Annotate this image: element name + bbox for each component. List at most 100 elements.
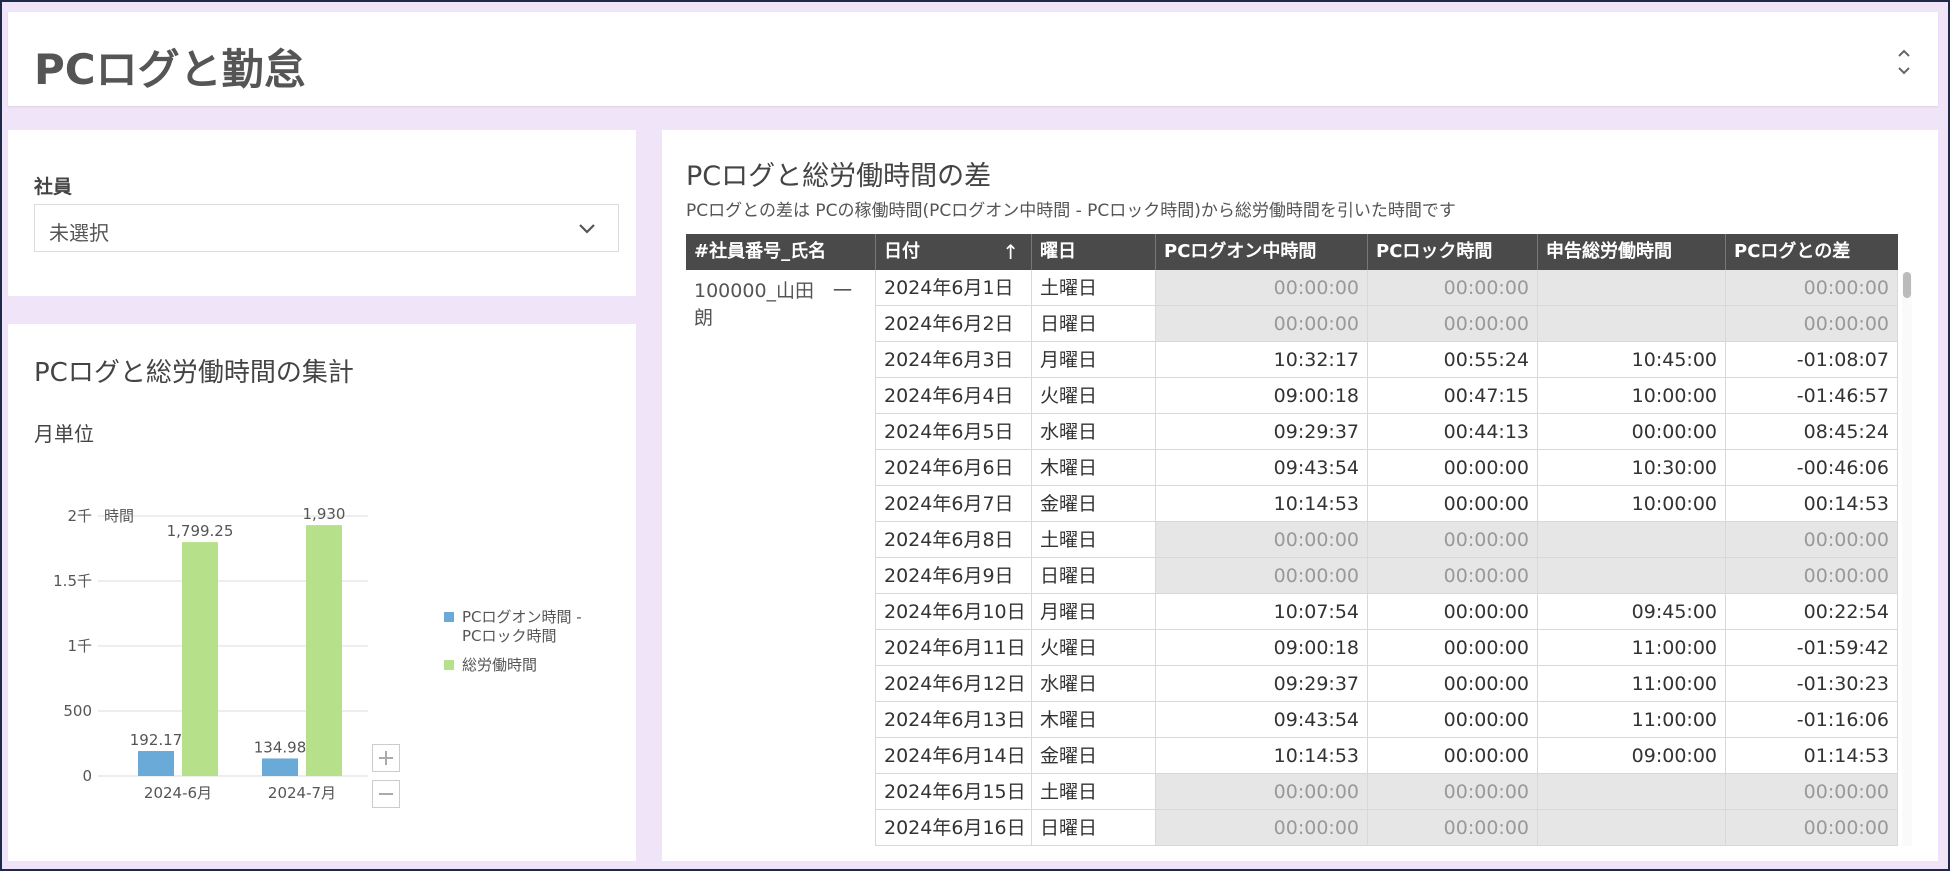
cell-declared: 11:00:00 (1538, 630, 1726, 666)
scrollbar-thumb[interactable] (1903, 272, 1911, 298)
cell-diff: 00:00:00 (1726, 558, 1898, 594)
cell-declared (1538, 522, 1726, 558)
cell-diff: 00:00:00 (1726, 810, 1898, 846)
cell-date: 2024年6月12日 (876, 666, 1032, 702)
zoom-out-button[interactable] (372, 780, 400, 808)
cell-logon: 00:00:00 (1156, 558, 1368, 594)
bar (262, 758, 298, 776)
table-row[interactable]: 2024年6月3日 月曜日 10:32:17 00:55:24 10:45:00 -01:… (686, 342, 1898, 378)
legend-label: PCログオン時間 -PCロック時間 (462, 608, 582, 645)
sort-toggle-icon[interactable] (1892, 42, 1916, 82)
cell-day: 火曜日 (1032, 630, 1156, 666)
bar-value-label: 192.17 (130, 731, 183, 749)
cell-declared (1538, 774, 1726, 810)
cell-logon: 00:00:00 (1156, 522, 1368, 558)
cell-logon: 09:43:54 (1156, 450, 1368, 486)
col-declared-time[interactable]: 申告総労働時間 (1538, 234, 1726, 270)
cell-logon: 00:00:00 (1156, 270, 1368, 306)
cell-lock: 00:00:00 (1368, 630, 1538, 666)
table-row[interactable]: 2024年6月12日 水曜日 09:29:37 00:00:00 11:00:00 -01… (686, 666, 1898, 702)
col-date[interactable]: 日付 ↑ (876, 234, 1032, 270)
cell-day: 火曜日 (1032, 378, 1156, 414)
cell-logon: 00:00:00 (1156, 810, 1368, 846)
cell-date: 2024年6月7日 (876, 486, 1032, 522)
legend-swatch (444, 612, 454, 622)
table-scrollbar[interactable] (1902, 272, 1912, 846)
bar (138, 751, 174, 776)
y-tick-label: 1千 (67, 637, 92, 655)
employee-filter-panel: 社員 未選択 (8, 130, 636, 296)
plus-icon (379, 751, 393, 765)
cell-day: 日曜日 (1032, 558, 1156, 594)
cell-diff: -01:59:42 (1726, 630, 1898, 666)
cell-declared: 11:00:00 (1538, 666, 1726, 702)
table-row[interactable]: 2024年6月1日 土曜日 00:00:00 00:00:00 00:00:00 (686, 270, 1898, 306)
cell-lock: 00:00:00 (1368, 558, 1538, 594)
cell-day: 水曜日 (1032, 666, 1156, 702)
sort-asc-icon: ↑ (1002, 240, 1019, 264)
cell-lock: 00:00:00 (1368, 522, 1538, 558)
legend-swatch (444, 660, 454, 670)
cell-day: 金曜日 (1032, 738, 1156, 774)
cell-logon: 09:43:54 (1156, 702, 1368, 738)
table-row[interactable]: 2024年6月13日 木曜日 09:43:54 00:00:00 11:00:00 -01… (686, 702, 1898, 738)
table-row[interactable]: 2024年6月14日 金曜日 10:14:53 00:00:00 09:00:00 01:… (686, 738, 1898, 774)
table-row[interactable]: 2024年6月11日 火曜日 09:00:18 00:00:00 11:00:00 -01… (686, 630, 1898, 666)
col-diff[interactable]: PCログとの差 (1726, 234, 1898, 270)
cell-logon: 10:14:53 (1156, 738, 1368, 774)
cell-declared (1538, 306, 1726, 342)
y-tick-label: 1.5千 (53, 572, 92, 590)
table-row[interactable]: 2024年6月10日 月曜日 10:07:54 00:00:00 09:45:00 00:… (686, 594, 1898, 630)
cell-declared: 11:00:00 (1538, 702, 1726, 738)
table-row[interactable]: 2024年6月6日 木曜日 09:43:54 00:00:00 10:30:00 -00:… (686, 450, 1898, 486)
cell-logon: 09:29:37 (1156, 414, 1368, 450)
cell-declared: 09:00:00 (1538, 738, 1726, 774)
cell-logon: 09:00:18 (1156, 378, 1368, 414)
cell-lock: 00:00:00 (1368, 774, 1538, 810)
zoom-in-button[interactable] (372, 744, 400, 772)
cell-declared: 09:45:00 (1538, 594, 1726, 630)
table-row[interactable]: 2024年6月7日 金曜日 10:14:53 00:00:00 10:00:00 00:1… (686, 486, 1898, 522)
cell-lock: 00:00:00 (1368, 702, 1538, 738)
bar (306, 525, 342, 776)
table-row[interactable]: 2024年6月15日 土曜日 00:00:00 00:00:00 00:00:00 (686, 774, 1898, 810)
cell-date: 2024年6月5日 (876, 414, 1032, 450)
cell-diff: 00:00:00 (1726, 306, 1898, 342)
table-row[interactable]: 2024年6月4日 火曜日 09:00:18 00:47:15 10:00:00 -01:… (686, 378, 1898, 414)
col-employee[interactable]: #社員番号_氏名 (686, 234, 876, 270)
page-header: PCログと勤怠 (8, 12, 1938, 106)
cell-logon: 10:14:53 (1156, 486, 1368, 522)
cell-diff: 01:14:53 (1726, 738, 1898, 774)
col-logon-time[interactable]: PCログオン中時間 (1156, 234, 1368, 270)
x-tick-label: 2024-6月 (144, 784, 212, 802)
cell-lock: 00:00:00 (1368, 450, 1538, 486)
employee-select[interactable]: 未選択 (34, 204, 619, 252)
cell-date: 2024年6月9日 (876, 558, 1032, 594)
x-tick-label: 2024-7月 (268, 784, 336, 802)
cell-day: 月曜日 (1032, 594, 1156, 630)
table-row[interactable]: 2024年6月9日 日曜日 00:00:00 00:00:00 00:00:00 (686, 558, 1898, 594)
filter-label: 社員 (34, 176, 73, 198)
cell-lock: 00:00:00 (1368, 486, 1538, 522)
cell-day: 金曜日 (1032, 486, 1156, 522)
diff-table-panel: PCログと総労働時間の差 PCログとの差は PCの稼働時間(PCログオン中時間 … (662, 130, 1938, 861)
cell-diff: -01:08:07 (1726, 342, 1898, 378)
cell-date: 2024年6月13日 (876, 702, 1032, 738)
cell-declared (1538, 270, 1726, 306)
chart-subtitle: 月単位 (34, 422, 94, 446)
cell-lock: 00:00:00 (1368, 810, 1538, 846)
cell-date: 2024年6月2日 (876, 306, 1032, 342)
cell-diff: -01:46:57 (1726, 378, 1898, 414)
col-lock-time[interactable]: PCロック時間 (1368, 234, 1538, 270)
table-row[interactable]: 2024年6月8日 土曜日 00:00:00 00:00:00 00:00:00 (686, 522, 1898, 558)
cell-day: 月曜日 (1032, 342, 1156, 378)
table-row[interactable]: 2024年6月5日 水曜日 09:29:37 00:44:13 00:00:00 08:4… (686, 414, 1898, 450)
cell-date: 2024年6月1日 (876, 270, 1032, 306)
summary-chart-panel: PCログと総労働時間の集計 月単位 0 500 1千 1.5千 2千 時間 192.17 1,… (8, 324, 636, 861)
table-row[interactable]: 2024年6月2日 日曜日 00:00:00 00:00:00 00:00:00 (686, 306, 1898, 342)
legend-label: 総労働時間 (462, 656, 537, 674)
cell-day: 木曜日 (1032, 450, 1156, 486)
col-day[interactable]: 曜日 (1032, 234, 1156, 270)
table-row[interactable]: 2024年6月16日 日曜日 00:00:00 00:00:00 00:00:00 (686, 810, 1898, 846)
cell-diff: 00:14:53 (1726, 486, 1898, 522)
